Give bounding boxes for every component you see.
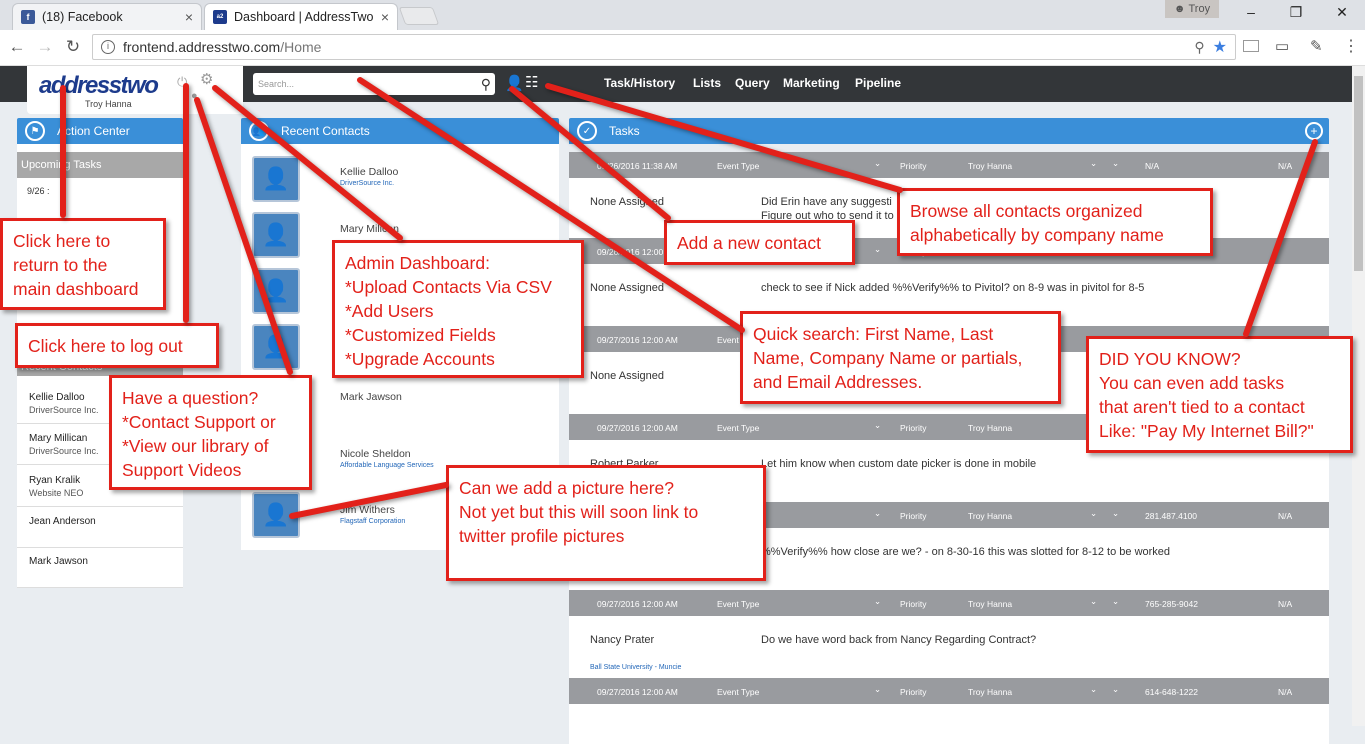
annotation-arrows [60,77,1318,519]
arrow-browse [545,83,903,193]
arrow-picture [289,482,449,519]
arrow-add-contact [509,86,671,221]
arrow-admin [212,85,403,241]
arrow-did-you-know [1243,139,1318,337]
